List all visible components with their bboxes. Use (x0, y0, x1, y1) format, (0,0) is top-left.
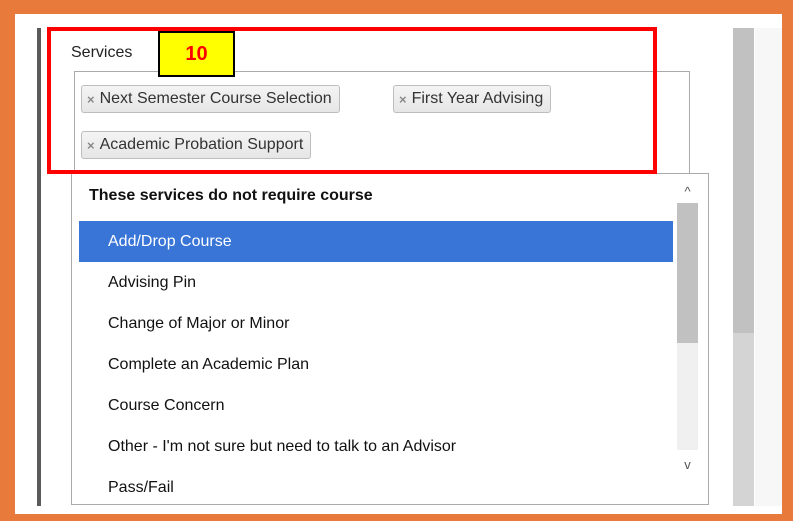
services-dropdown-list[interactable]: These services do not require course Add… (71, 173, 709, 505)
dropdown-group-label: These services do not require course (89, 187, 373, 204)
option-change-of-major-or-minor[interactable]: Change of Major or Minor (79, 303, 673, 344)
dropdown-scrollbar[interactable]: ^ v (673, 177, 699, 477)
option-other-talk-to-advisor[interactable]: Other - I'm not sure but need to talk to… (79, 426, 673, 467)
scroll-down-icon[interactable]: v (677, 453, 698, 475)
option-complete-an-academic-plan[interactable]: Complete an Academic Plan (79, 344, 673, 385)
step-number-badge: 10 (158, 31, 235, 77)
annotation-highlight-box (47, 27, 657, 174)
scroll-up-icon[interactable]: ^ (677, 180, 698, 202)
option-course-concern[interactable]: Course Concern (79, 385, 673, 426)
dropdown-scrollbar-thumb[interactable] (677, 203, 698, 343)
right-edge-panel (755, 28, 782, 506)
page-scrollbar[interactable] (733, 28, 754, 506)
option-advising-pin[interactable]: Advising Pin (79, 262, 673, 303)
page-scrollbar-thumb[interactable] (733, 28, 754, 333)
option-pass-fail[interactable]: Pass/Fail (79, 467, 673, 504)
option-add-drop-course[interactable]: Add/Drop Course (79, 221, 673, 262)
screen-content: Services × Next Semester Course Selectio… (15, 14, 782, 514)
left-divider (37, 28, 41, 506)
